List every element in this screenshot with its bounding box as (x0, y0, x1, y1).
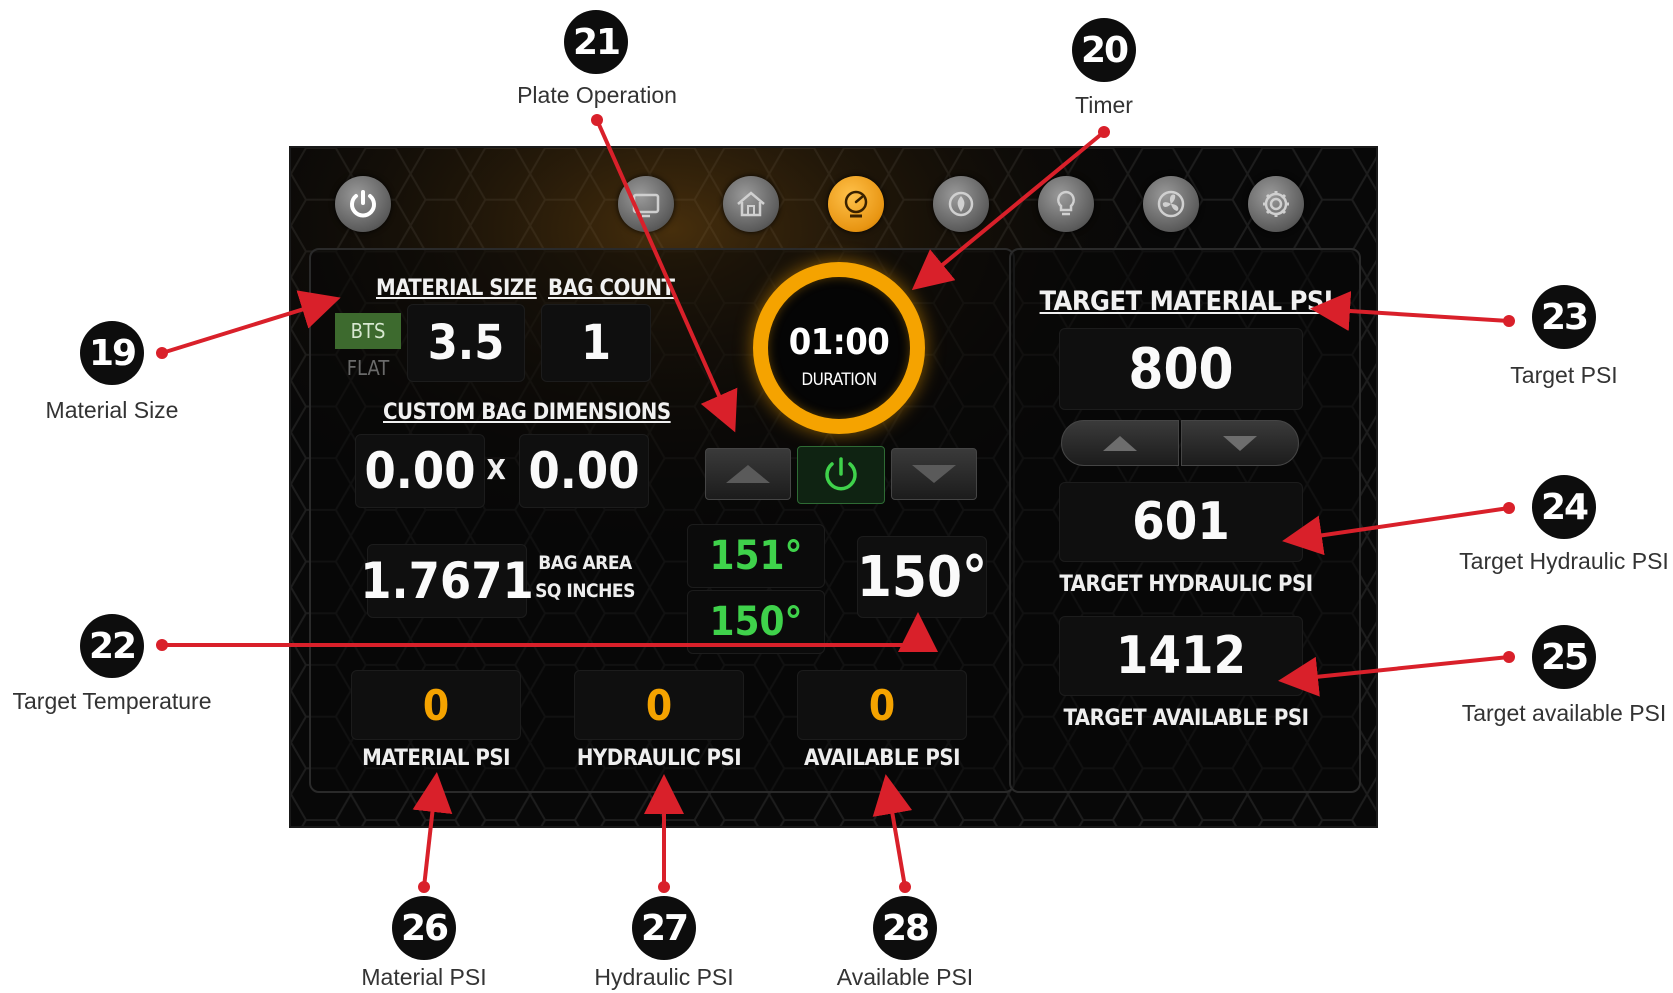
callout-label-timer: Timer (1075, 92, 1133, 118)
target-psi-up-button[interactable] (1061, 420, 1179, 466)
target-psi-down-button[interactable] (1181, 420, 1299, 466)
timer-value: 01:00 (788, 322, 890, 363)
chevron-up-icon (1103, 435, 1137, 451)
gear-icon (1263, 191, 1289, 217)
target-available-psi-label: TARGET AVAILABLE PSI (1063, 706, 1310, 731)
chevron-up-icon (726, 465, 770, 483)
callout-badge-25: 25 (1532, 625, 1596, 689)
callout-badge-28: 28 (873, 896, 937, 960)
callout-label-target-available-psi: Target available PSI (1461, 700, 1667, 726)
target-hydraulic-psi-value: 601 (1059, 482, 1303, 562)
dimension-separator: X (486, 453, 506, 486)
timer-duration-label: DURATION (801, 370, 877, 390)
plate-power-button[interactable] (797, 446, 885, 504)
material-size-value[interactable]: 3.5 (407, 304, 525, 382)
home-nav-button[interactable] (723, 176, 779, 232)
sq-inches-label: SQ INCHES (535, 580, 635, 602)
light-nav-button[interactable] (1038, 176, 1094, 232)
target-temperature-value[interactable]: 150° (857, 536, 987, 618)
gauge-nav-button[interactable] (828, 176, 884, 232)
material-psi-label: MATERIAL PSI (362, 746, 510, 771)
plate-down-button[interactable] (891, 448, 977, 500)
callout-label-hydraulic-psi: Hydraulic PSI (594, 964, 734, 990)
bag-count-title: BAG COUNT (548, 276, 675, 301)
bag-area-label: BAG AREA (538, 552, 632, 574)
monitor-nav-button[interactable] (618, 176, 674, 232)
custom-bag-dimensions-title: CUSTOM BAG DIMENSIONS (383, 400, 671, 425)
device-screen: MATERIAL SIZE BAG COUNT BTS FLAT 3.5 1 C… (289, 146, 1378, 828)
callout-badge-24: 24 (1532, 475, 1596, 539)
callout-label-target-psi: Target PSI (1510, 362, 1618, 388)
available-psi-value: 0 (797, 670, 967, 740)
target-material-psi-value[interactable]: 800 (1059, 328, 1303, 410)
monitor-icon (632, 193, 660, 218)
callout-label-target-temperature: Target Temperature (12, 688, 212, 714)
callout-label-plate-operation: Plate Operation (517, 82, 677, 108)
power-icon (825, 457, 857, 491)
gauge-icon (844, 190, 868, 218)
chevron-down-icon (1223, 435, 1257, 451)
top-plate-temperature: 151° (687, 524, 825, 588)
available-psi-label: AVAILABLE PSI (804, 746, 960, 771)
top-nav-bar (291, 148, 1376, 253)
callout-badge-27: 27 (632, 896, 696, 960)
callout-badge-21: 21 (564, 10, 628, 74)
home-icon (737, 191, 765, 217)
callout-label-target-hydraulic-psi: Target Hydraulic PSI (1459, 548, 1669, 574)
callout-badge-22: 22 (80, 614, 144, 678)
target-material-psi-title: TARGET MATERIAL PSI (1039, 286, 1333, 317)
bag-count-value[interactable]: 1 (541, 304, 651, 382)
callout-badge-19: 19 (80, 321, 144, 385)
callout-badge-23: 23 (1532, 285, 1596, 349)
callout-badge-20: 20 (1072, 18, 1136, 82)
bottom-plate-temperature: 150° (687, 590, 825, 654)
plate-up-button[interactable] (705, 448, 791, 500)
bag-dimension-y-input[interactable]: 0.00 (519, 434, 649, 508)
fan-nav-button[interactable] (1143, 176, 1199, 232)
settings-nav-button[interactable] (1248, 176, 1304, 232)
callout-badge-26: 26 (392, 896, 456, 960)
bulb-icon (1057, 190, 1075, 216)
hydraulic-psi-label: HYDRAULIC PSI (576, 746, 742, 771)
material-psi-value: 0 (351, 670, 521, 740)
chevron-down-icon (912, 465, 956, 483)
callout-label-material-psi: Material PSI (361, 964, 487, 990)
target-available-psi-value: 1412 (1059, 616, 1303, 696)
flame-nav-button[interactable] (933, 176, 989, 232)
power-button[interactable] (335, 176, 391, 232)
target-hydraulic-psi-label: TARGET HYDRAULIC PSI (1059, 572, 1313, 597)
flat-toggle[interactable]: FLAT (335, 350, 401, 386)
power-icon (350, 190, 376, 218)
callout-label-available-psi: Available PSI (836, 964, 974, 990)
bag-area-value: 1.7671 (360, 544, 534, 618)
bts-toggle[interactable]: BTS (335, 313, 401, 349)
callout-label-material-size: Material Size (45, 397, 179, 423)
fan-icon (1157, 190, 1185, 218)
flame-icon (948, 191, 974, 217)
bag-dimension-x-input[interactable]: 0.00 (355, 434, 485, 508)
material-size-title: MATERIAL SIZE (376, 276, 537, 301)
hydraulic-psi-value: 0 (574, 670, 744, 740)
